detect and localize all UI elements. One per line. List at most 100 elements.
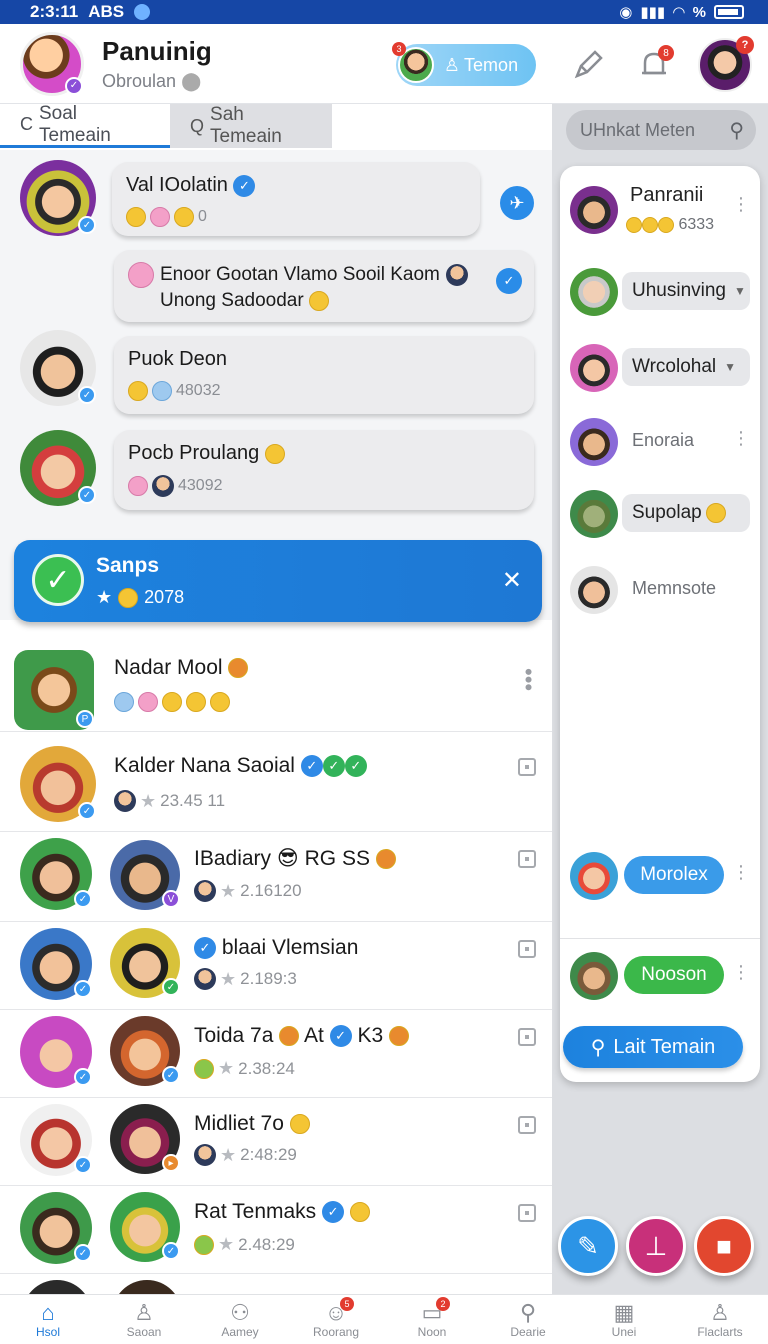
- friend-name: Enoraia: [632, 430, 695, 450]
- list-avatar: ✓: [20, 838, 92, 910]
- more-options-icon[interactable]: ⋮: [732, 428, 750, 449]
- nav-home[interactable]: ⌂ Hsol: [0, 1295, 96, 1344]
- close-icon[interactable]: ✕: [502, 566, 522, 595]
- star-icon: ★: [220, 1144, 237, 1165]
- chat-item[interactable]: ✓ Pocb Proulang 43092: [0, 426, 552, 518]
- pin-icon[interactable]: ✈: [500, 186, 534, 220]
- verified-check-icon: ✓: [322, 1201, 345, 1224]
- nav-unei[interactable]: ▦ Unei: [576, 1295, 672, 1344]
- friend-item[interactable]: Wrcolohal ▼: [560, 338, 760, 398]
- friend-dropdown[interactable]: Wrcolohal ▼: [622, 348, 750, 386]
- verified-icon: ✓: [74, 980, 92, 998]
- nav-saoan[interactable]: ♙ Saoan: [96, 1295, 192, 1344]
- friend-pill[interactable]: Supolap: [622, 494, 750, 532]
- morolex-button[interactable]: Morolex: [624, 856, 724, 894]
- nav-noon[interactable]: ▭ 2 Noon: [384, 1295, 480, 1344]
- chat-bubble: Pocb Proulang 43092: [114, 430, 534, 510]
- emoji-icon: [150, 207, 170, 227]
- list-avatar: P: [14, 650, 94, 730]
- more-options-icon[interactable]: ⋮: [732, 194, 750, 215]
- message-fab[interactable]: ■: [694, 1216, 754, 1276]
- check-icon: ✓: [344, 755, 367, 778]
- right-sidebar: UHnkat Meten ⚲ Panranii 6333 ⋮ Uhusinvin…: [552, 104, 768, 1294]
- friend-avatar: [570, 566, 618, 614]
- tab-soal-temeain[interactable]: C Soal Temeain: [0, 103, 170, 148]
- more-options-icon[interactable]: ⋮: [732, 862, 750, 883]
- nav-aamey[interactable]: ⚇ Aamey: [192, 1295, 288, 1344]
- list-item[interactable]: ✓ ✓ ✓ blaai Vlemsian ★ 2.189:3: [0, 922, 552, 1010]
- check-icon: ✓: [322, 755, 345, 778]
- select-box-icon[interactable]: [518, 1116, 536, 1134]
- star-icon: ★: [220, 968, 237, 989]
- search-person-icon: ♙: [134, 1299, 154, 1325]
- check-icon: ✓: [32, 554, 84, 606]
- friend-item[interactable]: Morolex ⋮: [560, 846, 760, 906]
- list-item[interactable]: P Nadar Mool •••: [0, 636, 552, 732]
- verified-check-icon: ✓: [300, 755, 323, 778]
- location-pin-icon: ⬤: [181, 70, 202, 91]
- emoji-icon: [174, 207, 194, 227]
- temon-button[interactable]: 3 ♙ Temon: [392, 42, 536, 86]
- friend-avatar: [570, 852, 618, 900]
- list-meta: ★ 23.45 11: [114, 790, 225, 812]
- emoji-icon: [658, 216, 674, 233]
- feather-icon: ✎: [577, 1230, 599, 1261]
- account-avatar[interactable]: ?: [698, 36, 754, 92]
- select-box-icon[interactable]: [518, 758, 536, 776]
- list-avatar: ✓: [20, 1016, 92, 1088]
- friend-item[interactable]: Supolap: [560, 484, 760, 544]
- friend-item[interactable]: Nooson ⋮: [560, 946, 760, 1006]
- friend-item[interactable]: Enoraia ⋮: [560, 412, 760, 472]
- stamp-icon: ⊥: [644, 1230, 668, 1261]
- chat-bubble: Enoor Gootan Vlamo Sooil Kaom Unong Sado…: [114, 250, 534, 322]
- list-item[interactable]: ✓ ✓ Toida 7a At ✓ K3 ★ 2.38:24: [0, 1010, 552, 1098]
- verified-icon: ✓: [74, 1068, 92, 1086]
- select-box-icon[interactable]: [518, 1204, 536, 1222]
- chat-item[interactable]: ✓ Val IOolatin ✓ 0 ✈: [0, 158, 552, 248]
- select-box-icon[interactable]: [518, 1028, 536, 1046]
- chat-meta: 0: [126, 207, 466, 227]
- verified-icon: ✓: [74, 1156, 92, 1174]
- chat-item[interactable]: Enoor Gootan Vlamo Sooil Kaom Unong Sado…: [0, 248, 552, 328]
- friend-item[interactable]: Panranii 6333 ⋮: [560, 180, 760, 244]
- list-item[interactable]: ✓ ▸ Midliet 7o ★ 2:48:29: [0, 1098, 552, 1186]
- nooson-button[interactable]: Nooson: [624, 956, 724, 994]
- select-box-icon[interactable]: [518, 940, 536, 958]
- chat-item[interactable]: ✓ Puok Deon 48032: [0, 330, 552, 422]
- list-item[interactable]: ✓ ✓ Rat Tenmaks ✓ ★ 2.48:29: [0, 1186, 552, 1274]
- list-item-partial[interactable]: [0, 1274, 552, 1294]
- nav-flaclarts[interactable]: ♙ Flaclarts: [672, 1295, 768, 1344]
- friend-item[interactable]: Memnsote: [560, 560, 760, 620]
- friend-avatar: [570, 268, 618, 316]
- bottom-navigation: ⌂ Hsol ♙ Saoan ⚇ Aamey ☺ 5 Roorang ▭ 2 Noon ⚲ De…: [0, 1294, 768, 1344]
- emoji-icon: [114, 692, 134, 712]
- stamp-fab[interactable]: ⊥: [626, 1216, 686, 1276]
- lait-temain-button[interactable]: ⚲ Lait Temain: [563, 1026, 743, 1068]
- success-banner[interactable]: ✓ Sanps ★ 2078 ✕: [14, 540, 542, 622]
- chat-name: Puok Deon: [128, 348, 227, 370]
- battery-percent: %: [692, 3, 706, 21]
- list-name: Rat Tenmaks ✓: [194, 1200, 370, 1224]
- nav-badge: 2: [436, 1297, 450, 1311]
- friend-dropdown[interactable]: Uhusinving ▼: [622, 272, 750, 310]
- pen-icon[interactable]: [566, 43, 610, 87]
- more-options-icon[interactable]: ⋮: [732, 962, 750, 983]
- nav-dearie[interactable]: ⚲ Dearie: [480, 1295, 576, 1344]
- compose-fab[interactable]: ✎: [558, 1216, 618, 1276]
- chat-name: Val IOolatin: [126, 174, 228, 196]
- profile-avatar[interactable]: ✓: [20, 31, 84, 96]
- select-box-icon[interactable]: [518, 850, 536, 868]
- emoji-icon: [128, 381, 148, 401]
- chat-avatar: ✓: [20, 160, 96, 236]
- more-options-icon[interactable]: •••: [516, 668, 541, 691]
- list-item[interactable]: ✓ V IBadiary 😎 RG SS ★ 2.16120: [0, 832, 552, 922]
- nav-roorang[interactable]: ☺ 5 Roorang: [288, 1295, 384, 1344]
- chat-meta: 48032: [128, 381, 520, 401]
- divider: [560, 938, 760, 939]
- verified-icon: ✓: [162, 1242, 180, 1260]
- list-item[interactable]: ✓ Kalder Nana Saoial ✓ ✓ ✓ ★ 23.45 11: [0, 738, 552, 832]
- bell-icon[interactable]: 8: [632, 43, 676, 87]
- friend-item[interactable]: Uhusinving ▼: [560, 262, 760, 322]
- friend-search-input[interactable]: UHnkat Meten ⚲: [566, 110, 756, 150]
- tab-sah-temeain[interactable]: Q Sah Temeain: [170, 104, 332, 148]
